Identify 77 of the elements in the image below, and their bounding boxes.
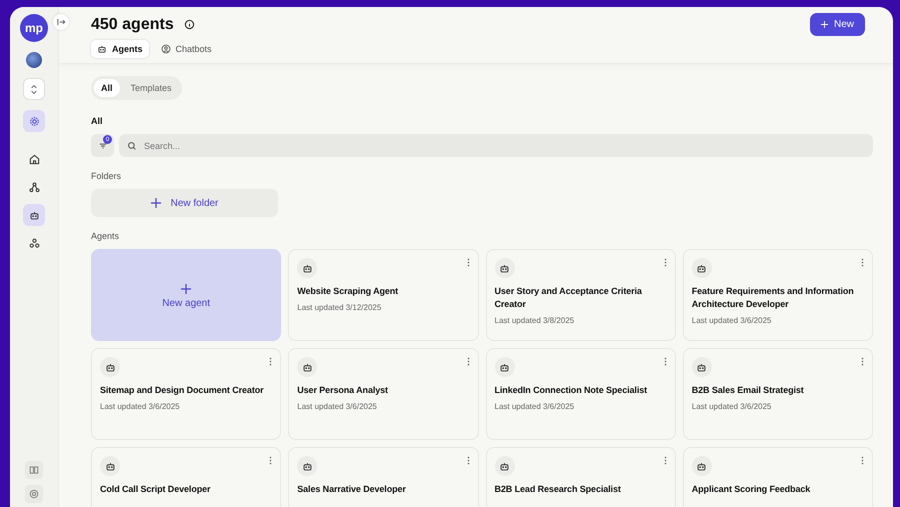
agent-card[interactable]: Sitemap and Design Document Creator Last updated 3/6/2025 bbox=[91, 348, 282, 440]
agent-name: User Story and Acceptance Criteria Creator bbox=[494, 285, 643, 311]
last-updated-text: Last updated 3/12/2025 bbox=[297, 303, 382, 312]
nav-item[interactable] bbox=[23, 204, 45, 226]
search-icon bbox=[127, 140, 137, 150]
plus-icon bbox=[150, 198, 161, 208]
more-options-icon[interactable] bbox=[861, 456, 864, 465]
expand-icon bbox=[56, 17, 66, 27]
last-updated-text: Last updated 3/8/2025 bbox=[494, 316, 576, 325]
agent-name: Website Scraping Agent bbox=[297, 285, 400, 298]
chevrons-icon bbox=[30, 84, 38, 94]
nodes-icon bbox=[28, 182, 40, 192]
agent-card[interactable]: Feature Requirements and Information Architecture Developer Last updated 3/6/2025 bbox=[682, 249, 873, 341]
plus-icon bbox=[181, 284, 192, 294]
agent-card[interactable]: LinkedIn Connection Note Specialist Last updated 3/6/2025 bbox=[486, 348, 676, 440]
more-options-icon[interactable] bbox=[861, 357, 864, 366]
help-button[interactable] bbox=[25, 485, 43, 503]
search-input[interactable]: Search... bbox=[142, 140, 865, 152]
avatar[interactable] bbox=[26, 52, 42, 68]
book-button[interactable] bbox=[25, 461, 43, 479]
new-folder-button[interactable]: New folder bbox=[91, 189, 278, 217]
settings-button[interactable] bbox=[23, 110, 45, 132]
agent-name: Sitemap and Design Document Creator bbox=[100, 384, 265, 397]
settings-icon bbox=[28, 116, 40, 126]
agent-name: Cold Call Script Developer bbox=[100, 483, 212, 496]
agent-name: LinkedIn Connection Note Specialist bbox=[494, 384, 648, 397]
agent-name: Applicant Scoring Feedback bbox=[692, 483, 812, 496]
robot-icon bbox=[97, 44, 107, 54]
agent-card[interactable]: User Story and Acceptance Criteria Creator Last updated 3/8/2025 bbox=[486, 249, 676, 341]
info-icon[interactable] bbox=[184, 19, 195, 30]
agent-card[interactable]: B2B Sales Email Strategist Last updated 3/6/2025 bbox=[682, 348, 873, 440]
last-updated-text: Last updated 3/6/2025 bbox=[100, 402, 181, 411]
more-options-icon[interactable] bbox=[664, 258, 667, 267]
logo[interactable]: mp bbox=[20, 14, 48, 42]
plus-icon bbox=[820, 21, 828, 28]
help-icon bbox=[29, 489, 39, 499]
more-options-icon[interactable] bbox=[664, 456, 667, 465]
search-field[interactable]: Search... bbox=[119, 134, 873, 157]
agent-card[interactable]: Cold Call Script Developer bbox=[91, 447, 282, 507]
more-options-icon[interactable] bbox=[269, 357, 272, 366]
agent-name: Feature Requirements and Information Architecture Developer bbox=[692, 285, 855, 311]
filter-tab[interactable]: Templates bbox=[124, 79, 179, 97]
group-icon bbox=[28, 238, 40, 248]
agent-name: Sales Narrative Developer bbox=[297, 483, 407, 496]
more-options-icon[interactable] bbox=[664, 357, 667, 366]
agent-name: B2B Sales Email Strategist bbox=[692, 384, 805, 397]
section-label: Agents bbox=[91, 231, 120, 241]
page-title: 450 agents bbox=[91, 16, 174, 34]
agent-card[interactable]: B2B Lead Research Specialist bbox=[486, 447, 676, 507]
book-icon bbox=[29, 465, 39, 475]
tab[interactable]: Chatbots bbox=[154, 40, 218, 58]
agent-name: User Persona Analyst bbox=[297, 384, 389, 397]
section-label: All bbox=[91, 116, 104, 126]
home-icon bbox=[28, 154, 40, 164]
person-icon bbox=[160, 44, 171, 54]
more-options-icon[interactable] bbox=[466, 258, 470, 267]
agent-name: B2B Lead Research Specialist bbox=[494, 483, 622, 496]
last-updated-text: Last updated 3/6/2025 bbox=[692, 316, 772, 325]
agent-card[interactable]: Applicant Scoring Feedback bbox=[682, 447, 873, 507]
tab[interactable]: Agents bbox=[91, 40, 149, 58]
more-options-icon[interactable] bbox=[466, 357, 470, 366]
last-updated-text: Last updated 3/6/2025 bbox=[692, 402, 772, 411]
new-agent-card[interactable]: New agent bbox=[91, 249, 282, 341]
last-updated-text: Last updated 3/6/2025 bbox=[297, 402, 378, 411]
last-updated-text: Last updated 3/6/2025 bbox=[494, 402, 576, 411]
section-label: Folders bbox=[91, 171, 122, 181]
expand-sidebar-button[interactable] bbox=[53, 14, 69, 30]
agent-card[interactable]: Sales Narrative Developer bbox=[288, 447, 478, 507]
more-options-icon[interactable] bbox=[466, 456, 470, 465]
agent-card[interactable]: User Persona Analyst Last updated 3/6/2025 bbox=[288, 348, 478, 440]
new-button[interactable]: New bbox=[810, 13, 865, 36]
more-options-icon[interactable] bbox=[861, 258, 864, 267]
more-options-icon[interactable] bbox=[269, 456, 272, 465]
filter-icon bbox=[98, 140, 108, 150]
filter-tab[interactable]: All bbox=[94, 79, 120, 97]
agent-card[interactable]: Website Scraping Agent Last updated 3/12/2025 bbox=[288, 249, 478, 341]
workspace-switcher[interactable] bbox=[23, 78, 45, 100]
